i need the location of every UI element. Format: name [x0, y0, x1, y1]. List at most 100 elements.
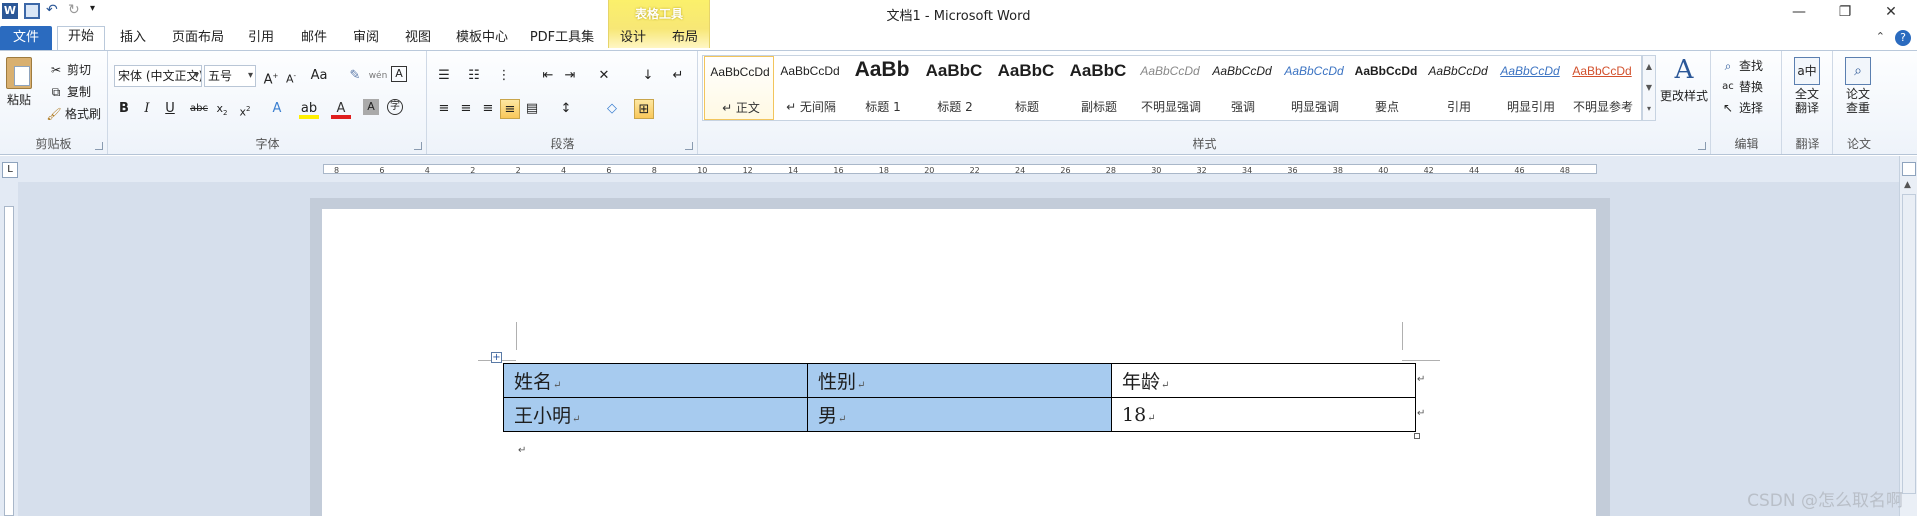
enclose-character-icon[interactable]: 字	[387, 99, 403, 115]
tab-page-layout[interactable]: 页面布局	[166, 28, 230, 50]
table-cell[interactable]: 性别↵	[807, 363, 1112, 398]
shading-icon[interactable]: ◇	[602, 99, 622, 119]
style-title[interactable]: AaBbC 标题	[991, 56, 1061, 120]
gallery-up-icon[interactable]: ▲	[1643, 56, 1655, 77]
gallery-more-icon[interactable]: ▾	[1643, 98, 1655, 119]
clipboard-launcher-icon[interactable]	[95, 142, 103, 150]
font-launcher-icon[interactable]	[414, 142, 422, 150]
justify-icon[interactable]: ≡	[500, 99, 520, 119]
line-spacing-icon[interactable]: ↕	[556, 99, 576, 119]
shrink-font-icon[interactable]: A-	[281, 66, 301, 86]
tab-references[interactable]: 引用	[240, 28, 282, 50]
tab-review[interactable]: 审阅	[345, 28, 387, 50]
tab-selector-icon[interactable]: L	[2, 162, 18, 178]
tab-file[interactable]: 文件	[0, 26, 52, 50]
style-quote[interactable]: AaBbCcDd 引用	[1423, 56, 1493, 120]
style-heading-2[interactable]: AaBbC 标题 2	[919, 56, 989, 120]
table-cell[interactable]: 姓名↵	[503, 363, 808, 398]
horizontal-ruler[interactable]: 8 6 4 2 2 4 6 8 10 12 14 16 18 20 22 24 26 28 30 32 34 36 38 40…	[0, 156, 1917, 182]
document-table[interactable]: 姓名↵ 性别↵ 年龄↵ 王小明↵ 男↵ 18↵	[503, 363, 1416, 432]
font-size-combo[interactable]: 五号	[204, 65, 256, 87]
tab-view[interactable]: 视图	[397, 28, 439, 50]
style-emphasis[interactable]: AaBbCcDd 强调	[1207, 56, 1277, 120]
table-cell[interactable]: 男↵	[807, 397, 1112, 432]
replace-button[interactable]: ac 替换	[1720, 78, 1763, 95]
help-icon[interactable]: ?	[1895, 30, 1911, 46]
decrease-indent-icon[interactable]: ⇤	[538, 66, 558, 86]
character-border-icon[interactable]: A	[391, 66, 407, 82]
align-right-icon[interactable]: ≡	[478, 99, 498, 119]
cut-button[interactable]: ✂ 剪切	[48, 61, 91, 78]
copy-button[interactable]: ⧉ 复制	[48, 83, 91, 100]
gallery-down-icon[interactable]: ▼	[1643, 77, 1655, 98]
change-styles-button[interactable]: A 更改样式	[1658, 55, 1710, 104]
table-cell[interactable]: 年龄↵	[1111, 363, 1416, 398]
tab-insert[interactable]: 插入	[112, 28, 154, 50]
full-translate-button[interactable]: a中 全文翻译	[1789, 57, 1825, 115]
numbering-icon[interactable]: ☷	[464, 66, 484, 86]
sort-icon[interactable]: ↓	[638, 66, 658, 86]
tab-table-design[interactable]: 设计	[612, 28, 654, 50]
subscript-icon[interactable]: x2	[212, 99, 232, 119]
clear-format-icon[interactable]: ✎	[345, 66, 365, 86]
select-cursor-icon: ↖	[1722, 100, 1734, 115]
minimize-button[interactable]: —	[1776, 0, 1822, 24]
underline-icon[interactable]: U	[160, 99, 180, 119]
style-normal[interactable]: AaBbCcDd ↵ 正文	[704, 56, 774, 120]
thesis-check-button[interactable]: ⌕ 论文查重	[1840, 57, 1876, 115]
style-intense-emphasis[interactable]: AaBbCcDd 明显强调	[1279, 56, 1349, 120]
style-no-spacing[interactable]: AaBbCcDd ↵ 无间隔	[775, 56, 845, 120]
table-cell[interactable]: 18↵	[1111, 397, 1416, 432]
restore-button[interactable]: ❐	[1822, 0, 1868, 24]
tab-table-layout[interactable]: 布局	[664, 28, 706, 50]
table-resize-handle-icon[interactable]	[1414, 433, 1420, 439]
highlight-icon[interactable]: ab	[299, 99, 319, 119]
tab-mailings[interactable]: 邮件	[293, 28, 335, 50]
superscript-icon[interactable]: x2	[235, 99, 255, 119]
font-color-icon[interactable]: A	[331, 99, 351, 119]
find-button[interactable]: ⌕ 查找	[1720, 57, 1763, 74]
tab-pdf-tools[interactable]: PDF工具集	[526, 28, 598, 50]
bold-icon[interactable]: B	[114, 99, 134, 119]
styles-launcher-icon[interactable]	[1698, 142, 1706, 150]
close-button[interactable]: ✕	[1868, 0, 1914, 24]
distributed-icon[interactable]: ▤	[522, 99, 542, 119]
scroll-thumb[interactable]	[1902, 194, 1916, 494]
ruler-toggle-icon[interactable]	[1902, 162, 1916, 176]
paste-button[interactable]: 粘贴	[6, 57, 32, 108]
collapse-ribbon-icon[interactable]: ⌃	[1876, 30, 1885, 46]
style-subtitle[interactable]: AaBbC 副标题	[1063, 56, 1133, 120]
font-family-combo[interactable]: 宋体 (中文正文)	[114, 65, 202, 87]
phonetic-guide-icon[interactable]: wén	[368, 66, 388, 86]
format-painter-button[interactable]: 🖌 格式刷	[46, 105, 101, 122]
scroll-up-icon[interactable]: ▲	[1904, 180, 1911, 190]
show-marks-icon[interactable]: ↵	[668, 66, 688, 86]
vertical-ruler[interactable]	[0, 182, 18, 516]
change-case-icon[interactable]: Aa	[309, 66, 329, 86]
grow-font-icon[interactable]: A+	[261, 66, 281, 87]
paragraph-launcher-icon[interactable]	[685, 142, 693, 150]
align-left-icon[interactable]: ≡	[434, 99, 454, 119]
table-move-handle-icon[interactable]: +	[491, 352, 502, 363]
table-cell[interactable]: 王小明↵	[503, 397, 808, 432]
borders-icon[interactable]: ⊞	[634, 99, 654, 119]
multilevel-list-icon[interactable]: ⋮	[494, 66, 514, 86]
italic-icon[interactable]: I	[137, 99, 157, 119]
select-button[interactable]: ↖ 选择	[1720, 99, 1763, 116]
tab-template-center[interactable]: 模板中心	[450, 28, 514, 50]
align-center-icon[interactable]: ≡	[456, 99, 476, 119]
tab-home[interactable]: 开始	[57, 26, 105, 50]
style-heading-1[interactable]: AaBb 标题 1	[847, 56, 917, 120]
vertical-scrollbar[interactable]: ▲	[1899, 156, 1917, 516]
style-subtle-reference[interactable]: AaBbCcDd 不明显参考	[1567, 56, 1641, 120]
style-subtle-emphasis[interactable]: AaBbCcDd 不明显强调	[1135, 56, 1205, 120]
text-effects-icon[interactable]: A	[267, 99, 287, 119]
strikethrough-icon[interactable]: abc	[189, 99, 209, 119]
character-shading-icon[interactable]: A	[363, 99, 379, 115]
gallery-scroll[interactable]: ▲ ▼ ▾	[1642, 55, 1656, 121]
chinese-layout-icon[interactable]: ✕	[594, 66, 614, 86]
increase-indent-icon[interactable]: ⇥	[560, 66, 580, 86]
bullets-icon[interactable]: ☰	[434, 66, 454, 86]
style-strong[interactable]: AaBbCcDd 要点	[1351, 56, 1421, 120]
style-intense-quote[interactable]: AaBbCcDd 明显引用	[1495, 56, 1565, 120]
